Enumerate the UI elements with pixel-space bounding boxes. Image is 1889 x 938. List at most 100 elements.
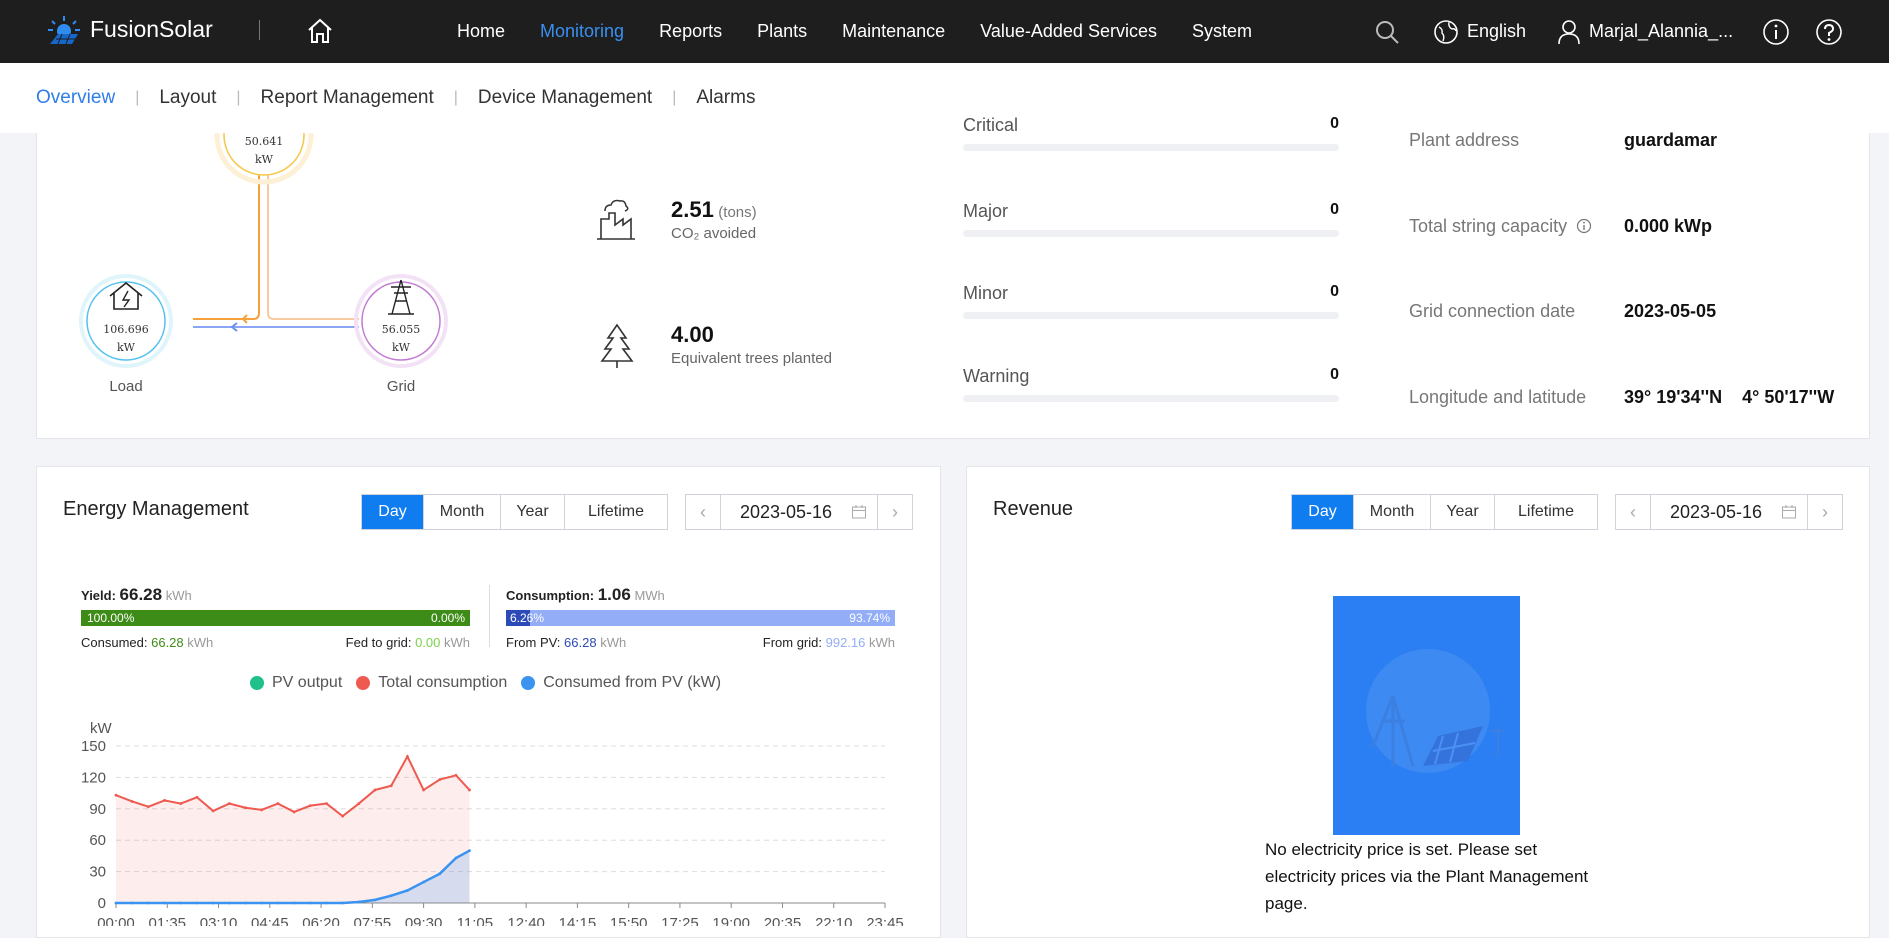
user-menu[interactable]: Marjal_Alannia_...: [1557, 0, 1733, 63]
info-icon[interactable]: [1762, 0, 1790, 63]
consumed-from-pv-point: [373, 898, 377, 902]
revenue-period-month[interactable]: Month: [1354, 495, 1431, 529]
string-capacity-value: 0.000 kWp: [1624, 216, 1713, 236]
globe-icon: [1434, 19, 1458, 44]
legend-pv-output[interactable]: PV output: [250, 674, 342, 692]
x-tick-label: 12:40: [507, 915, 545, 926]
tab-layout[interactable]: Layout: [159, 87, 216, 109]
period-year[interactable]: Year: [501, 495, 565, 529]
revenue-title: Revenue: [993, 498, 1074, 520]
energy-date[interactable]: 2023-05-16: [721, 502, 851, 523]
total-consumption-point: [438, 778, 442, 781]
pv-power: 50.641 kW: [244, 135, 284, 166]
y-axis-label: kW: [90, 720, 113, 737]
nav-system[interactable]: System: [1192, 21, 1252, 42]
consumed-from-pv-point: [276, 901, 280, 905]
alarm-row-major: Major 0: [963, 201, 1339, 237]
user-icon: [1558, 19, 1580, 44]
yield-bar-fill: [81, 610, 470, 626]
home-icon[interactable]: [304, 15, 336, 47]
info-icon: [1576, 218, 1592, 234]
consumed-from-pv-point: [357, 900, 361, 904]
grid-connection-date-value: 2023-05-05: [1624, 301, 1717, 321]
y-tick-label: 150: [81, 738, 106, 755]
consumed-from-pv-point: [227, 901, 231, 905]
consumed-from-pv-point: [130, 901, 134, 905]
solar-plant-placeholder-icon: [1366, 649, 1505, 773]
help-icon[interactable]: [1815, 0, 1843, 63]
tab-alarms[interactable]: Alarms: [696, 87, 755, 109]
alarm-row-warning: Warning 0: [963, 366, 1339, 402]
consumed-from-pv-point: [244, 901, 247, 905]
legend-total-consumption[interactable]: Total consumption: [356, 674, 507, 692]
nav-home[interactable]: Home: [457, 21, 505, 42]
legend-consumed-from-pv[interactable]: Consumed from PV (kW): [521, 674, 721, 692]
consumed-from-pv-point: [146, 901, 150, 905]
consumed-from-pv-point: [292, 901, 296, 905]
total-consumption-point: [163, 799, 166, 802]
search-icon[interactable]: [1374, 0, 1400, 63]
alarm-row-minor: Minor 0: [963, 283, 1339, 319]
nav-monitoring[interactable]: Monitoring: [540, 21, 624, 42]
total-consumption-point: [292, 810, 296, 814]
energy-period-selector: Day Month Year Lifetime: [361, 494, 668, 530]
total-consumption-point: [211, 809, 215, 813]
revenue-card: Revenue Day Month Year Lifetime ‹ 2023-0…: [966, 466, 1870, 938]
total-consumption-point: [357, 802, 361, 805]
x-tick-label: 20:35: [764, 915, 802, 926]
nav-reports[interactable]: Reports: [659, 21, 722, 42]
revenue-period-lifetime[interactable]: Lifetime: [1495, 495, 1597, 529]
total-consumption-point: [130, 800, 134, 803]
revenue-next-date-button[interactable]: ›: [1807, 495, 1842, 529]
consumed-from-pv-point: [195, 901, 199, 905]
next-date-button[interactable]: ›: [877, 495, 912, 529]
consumed-from-pv-point: [406, 889, 409, 892]
plant-address-value: guardamar: [1624, 130, 1718, 150]
total-consumption-point: [373, 788, 377, 792]
x-tick-label: 06:20: [302, 915, 340, 926]
x-tick-label: 15:50: [610, 915, 648, 926]
co2-block: 2.51 (tons) CO₂ avoided: [671, 197, 757, 242]
nav-value-added-services[interactable]: Value-Added Services: [980, 21, 1157, 42]
no-data-illustration: [1333, 596, 1520, 835]
total-consumption-point: [454, 773, 458, 777]
logo[interactable]: FusionSolar: [44, 12, 213, 46]
language-selector[interactable]: English: [1433, 0, 1526, 63]
consumed-from-pv-point: [260, 901, 264, 905]
nav-plants[interactable]: Plants: [757, 21, 807, 42]
period-day[interactable]: Day: [362, 495, 424, 529]
prev-date-button[interactable]: ‹: [686, 495, 721, 529]
calendar-icon[interactable]: [1781, 504, 1797, 520]
pv-to-load-line: [193, 173, 260, 320]
language-label: English: [1467, 21, 1527, 41]
co2-unit: (tons): [718, 204, 757, 221]
coordinates-label: Longitude and latitude: [1409, 387, 1587, 407]
total-consumption-point: [422, 788, 425, 792]
period-lifetime[interactable]: Lifetime: [565, 495, 667, 529]
consumed-from-pv-point: [114, 901, 118, 905]
revenue-period-year[interactable]: Year: [1431, 495, 1495, 529]
total-consumption-point: [195, 795, 199, 799]
co2-label: CO₂ avoided: [671, 225, 757, 242]
tab-report-management[interactable]: Report Management: [261, 87, 434, 109]
tab-overview[interactable]: Overview: [36, 87, 115, 109]
energy-title: Energy Management: [63, 498, 249, 520]
tab-device-management[interactable]: Device Management: [478, 87, 652, 109]
total-consumption-point: [179, 802, 183, 805]
yield-bar: 100.00% 0.00%: [81, 610, 470, 626]
revenue-period-day[interactable]: Day: [1292, 495, 1354, 529]
total-consumption-point: [114, 793, 118, 797]
overview-card: 50.641 kW 106.696 kW 56.055 kW Load Grid 2.…: [36, 115, 1870, 439]
nav-maintenance[interactable]: Maintenance: [842, 21, 945, 42]
user-name: Marjal_Alannia_...: [1589, 21, 1734, 41]
sub-nav: Overview | Layout | Report Management | …: [36, 87, 756, 109]
calendar-icon[interactable]: [851, 504, 867, 520]
revenue-prev-date-button[interactable]: ‹: [1616, 495, 1651, 529]
revenue-date[interactable]: 2023-05-16: [1651, 502, 1781, 523]
period-month[interactable]: Month: [424, 495, 501, 529]
consumption-bar: 6.26% 93.74%: [506, 610, 895, 626]
consumed-from-pv-point: [211, 901, 215, 905]
x-tick-label: 01:35: [148, 915, 186, 926]
tree-icon: [600, 323, 634, 368]
fed-to-grid: Fed to grid: 0.00 kWh: [345, 635, 470, 650]
